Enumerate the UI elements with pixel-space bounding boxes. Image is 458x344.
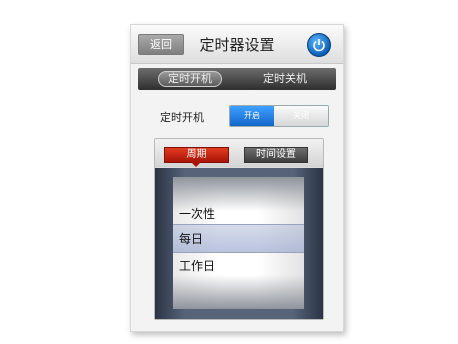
power-on-label: 定时开机 <box>160 111 204 124</box>
power-button[interactable] <box>307 33 331 57</box>
panel-segment-bar: 周期 时间设置 <box>155 139 323 167</box>
picker-item[interactable]: 工作日 <box>179 257 215 274</box>
tab-power-on[interactable]: 定时开机 <box>158 71 222 87</box>
schedule-panel: 周期 时间设置 一次性 每日 工作日 <box>154 138 324 320</box>
mode-tab-bar: 定时开机 定时关机 <box>138 68 336 90</box>
title-bar: 返回 定时器设置 <box>131 25 343 64</box>
period-picker-wheel[interactable]: 一次性 每日 工作日 <box>173 177 304 309</box>
phone-screen: 返回 定时器设置 定时开机 定时关机 定时开机 开启 关闭 周期 时间设置 一次… <box>130 24 344 332</box>
toggle-off-option[interactable]: 关闭 <box>274 106 328 126</box>
segment-time-setting[interactable]: 时间设置 <box>244 147 308 163</box>
picker-shade-bottom <box>173 275 304 309</box>
power-on-toggle[interactable]: 开启 关闭 <box>229 105 329 127</box>
tab-power-off[interactable]: 定时关机 <box>248 71 322 87</box>
segment-period[interactable]: 周期 <box>164 147 229 167</box>
picker-frame: 一次性 每日 工作日 <box>155 168 323 319</box>
picker-item-selected[interactable]: 每日 <box>179 230 203 247</box>
power-icon <box>313 39 325 52</box>
toggle-on-option[interactable]: 开启 <box>230 106 274 126</box>
picker-item[interactable]: 一次性 <box>179 205 215 222</box>
